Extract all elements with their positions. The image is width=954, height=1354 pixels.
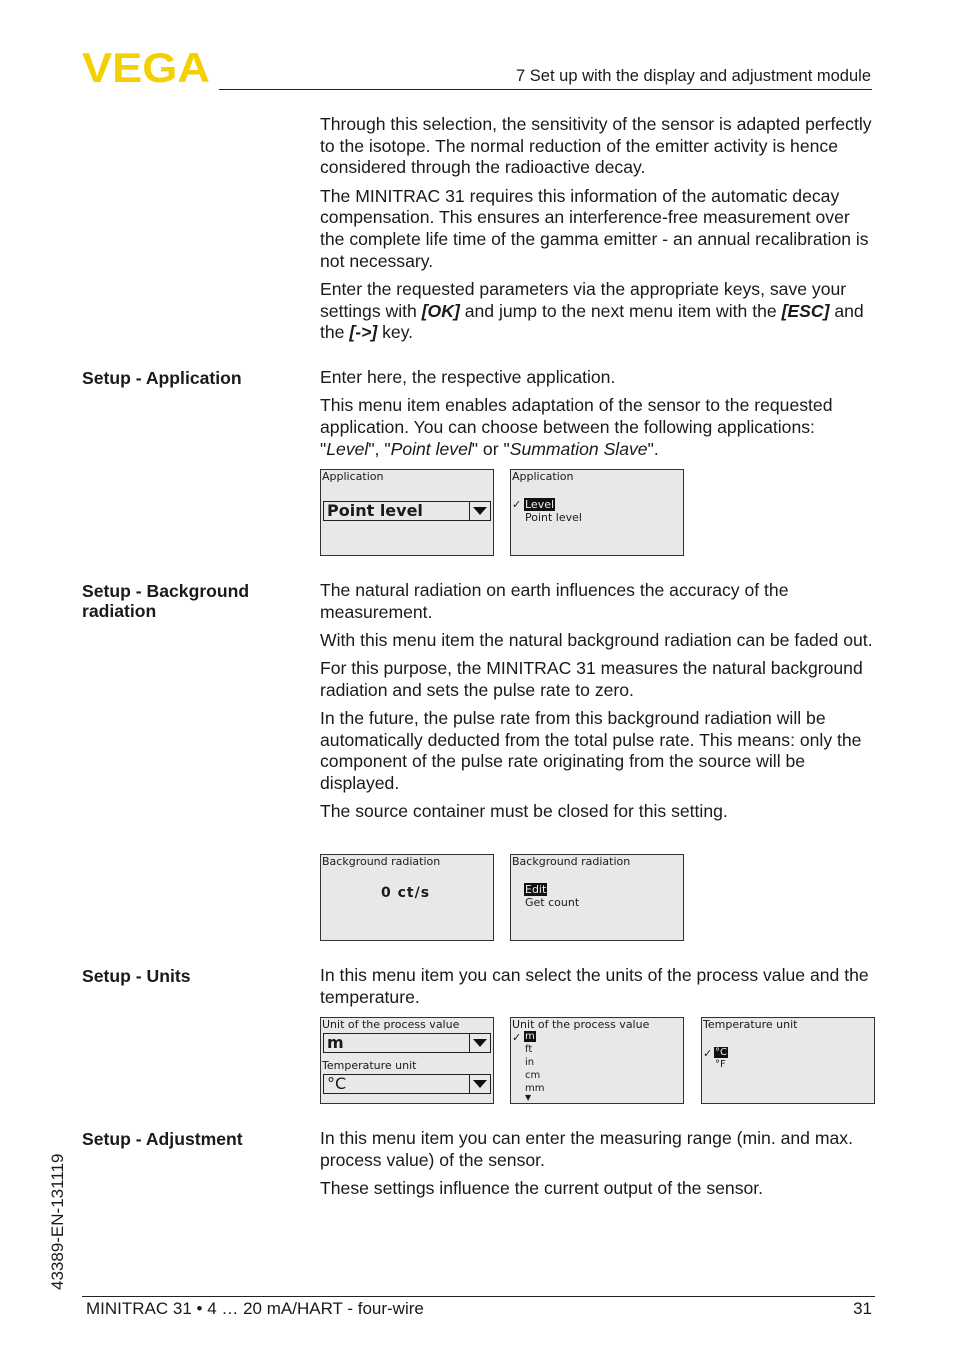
application-text: Enter here, the respective application. T…: [320, 367, 876, 467]
lcd-subtitle: Temperature unit: [322, 1059, 417, 1072]
lcd-background-menu: Background radiation Edit Get count: [510, 854, 684, 941]
text-run: Through this selection, the sensitivity …: [320, 114, 872, 178]
text-run: Level: [326, 438, 369, 459]
paragraph: The MINITRAC 31 requires this informatio…: [320, 186, 876, 273]
lcd-title: Unit of the process value: [512, 1018, 650, 1031]
dropdown-arrow-icon: [469, 502, 490, 520]
background-text: The natural radiation on earth influence…: [320, 580, 876, 830]
option-cm[interactable]: cm: [525, 1070, 540, 1081]
lcd-title: Background radiation: [512, 855, 631, 868]
dropdown-value: Point level: [327, 501, 423, 520]
text-run: In this menu item you can enter the meas…: [320, 1128, 853, 1170]
document-id: 43389-EN-131119: [48, 1153, 67, 1290]
units-text: In this menu item you can select the uni…: [320, 965, 876, 1015]
scroll-down-icon[interactable]: ▼: [525, 1093, 531, 1102]
paragraph: The source container must be closed for …: [320, 801, 876, 823]
chapter-header: 7 Set up with the display and adjustment…: [516, 67, 871, 85]
process-unit-dropdown[interactable]: m: [323, 1033, 491, 1053]
dropdown-value: °C: [327, 1074, 347, 1093]
intro-text: Through this selection, the sensitivity …: [320, 114, 876, 351]
option-in[interactable]: in: [525, 1057, 534, 1068]
text-run: and jump to the next menu item with the: [459, 300, 782, 321]
paragraph: Enter here, the respective application.: [320, 367, 876, 389]
option-point-level[interactable]: Point level: [525, 511, 582, 524]
page-number: 31: [853, 1299, 872, 1318]
dropdown-arrow-icon: [469, 1034, 490, 1052]
option-ft[interactable]: ft: [525, 1044, 532, 1055]
lcd-title: Background radiation: [322, 855, 441, 868]
paragraph: For this purpose, the MINITRAC 31 measur…: [320, 658, 876, 701]
lcd-title: Application: [322, 470, 384, 483]
text-run: With this menu item the natural backgrou…: [320, 629, 873, 650]
section-label-adjustment: Setup - Adjustment: [82, 1129, 243, 1149]
lcd-title: Temperature unit: [703, 1018, 798, 1031]
footer-text: MINITRAC 31 • 4 … 20 mA/HART - four-wire: [86, 1299, 424, 1318]
option-fahrenheit[interactable]: °F: [715, 1059, 726, 1070]
text-run: The MINITRAC 31 requires this informatio…: [320, 185, 869, 271]
section-label-units: Setup - Units: [82, 966, 191, 986]
text-run: The natural radiation on earth influence…: [320, 580, 789, 622]
text-run: ".: [647, 438, 659, 459]
check-icon: ✓: [512, 1031, 522, 1044]
document-page: VEGA 7 Set up with the display and adjus…: [0, 0, 954, 1354]
option-level[interactable]: Level: [524, 498, 556, 511]
header-divider: [219, 89, 872, 90]
temperature-unit-dropdown[interactable]: °C: [323, 1074, 491, 1094]
vega-logo: VEGA: [82, 50, 210, 84]
label-line: Setup - Background: [82, 581, 250, 601]
text-run: [OK]: [421, 300, 460, 321]
paragraph: In the future, the pulse rate from this …: [320, 708, 876, 795]
application-dropdown[interactable]: Point level: [323, 501, 491, 521]
lcd-title: Unit of the process value: [322, 1018, 460, 1031]
text-run: Summation Slave: [509, 438, 648, 459]
dropdown-arrow-icon: [469, 1075, 490, 1093]
paragraph: The natural radiation on earth influence…: [320, 580, 876, 623]
option-celsius[interactable]: °C: [714, 1047, 728, 1058]
lcd-temperature-unit-list: Temperature unit ✓ °C °F: [701, 1017, 875, 1104]
paragraph: This menu item enables adaptation of the…: [320, 395, 876, 460]
paragraph: With this menu item the natural backgrou…: [320, 630, 876, 652]
text-run: In this menu item you can select the uni…: [320, 965, 869, 1007]
text-run: For this purpose, the MINITRAC 31 measur…: [320, 658, 863, 700]
text-run: In the future, the pulse rate from this …: [320, 708, 862, 794]
check-icon: ✓: [512, 498, 522, 511]
paragraph: These settings influence the current out…: [320, 1178, 876, 1200]
text-run: ", ": [368, 438, 391, 459]
paragraph: In this menu item you can enter the meas…: [320, 1128, 876, 1171]
text-run: Point level: [390, 438, 472, 459]
lcd-background-value: Background radiation 0 ct/s: [320, 854, 494, 941]
svg-text:VEGA: VEGA: [82, 50, 210, 84]
section-label-application: Setup - Application: [82, 368, 242, 388]
option-m[interactable]: m: [524, 1031, 536, 1042]
lcd-title: Application: [512, 470, 574, 483]
text-run: " or ": [471, 438, 510, 459]
section-label-background: Setup - Background radiation: [82, 581, 249, 621]
background-count: 0 ct/s: [381, 885, 431, 901]
lcd-units-select: Unit of the process value m Temperature …: [320, 1017, 494, 1104]
text-run: [->]: [349, 322, 378, 343]
adjustment-text: In this menu item you can enter the meas…: [320, 1128, 876, 1206]
check-icon: ✓: [703, 1047, 713, 1060]
paragraph: Through this selection, the sensitivity …: [320, 114, 876, 179]
lcd-application-list: Application ✓ Level Point level: [510, 469, 684, 556]
dropdown-value: m: [327, 1033, 344, 1052]
text-run: [ESC]: [781, 300, 830, 321]
text-run: Enter here, the respective application.: [320, 367, 616, 387]
text-run: key.: [377, 322, 414, 343]
option-get-count[interactable]: Get count: [525, 896, 579, 909]
footer-divider: [82, 1296, 875, 1297]
paragraph: In this menu item you can select the uni…: [320, 965, 876, 1008]
paragraph: Enter the requested parameters via the a…: [320, 279, 876, 344]
text-run: These settings influence the current out…: [320, 1177, 764, 1198]
label-line: radiation: [82, 601, 157, 621]
option-edit[interactable]: Edit: [524, 883, 548, 896]
lcd-application-select: Application Point level: [320, 469, 494, 556]
lcd-process-unit-list: Unit of the process value ✓ m ft in cm m…: [510, 1017, 684, 1104]
text-run: The source container must be closed for …: [320, 801, 728, 822]
